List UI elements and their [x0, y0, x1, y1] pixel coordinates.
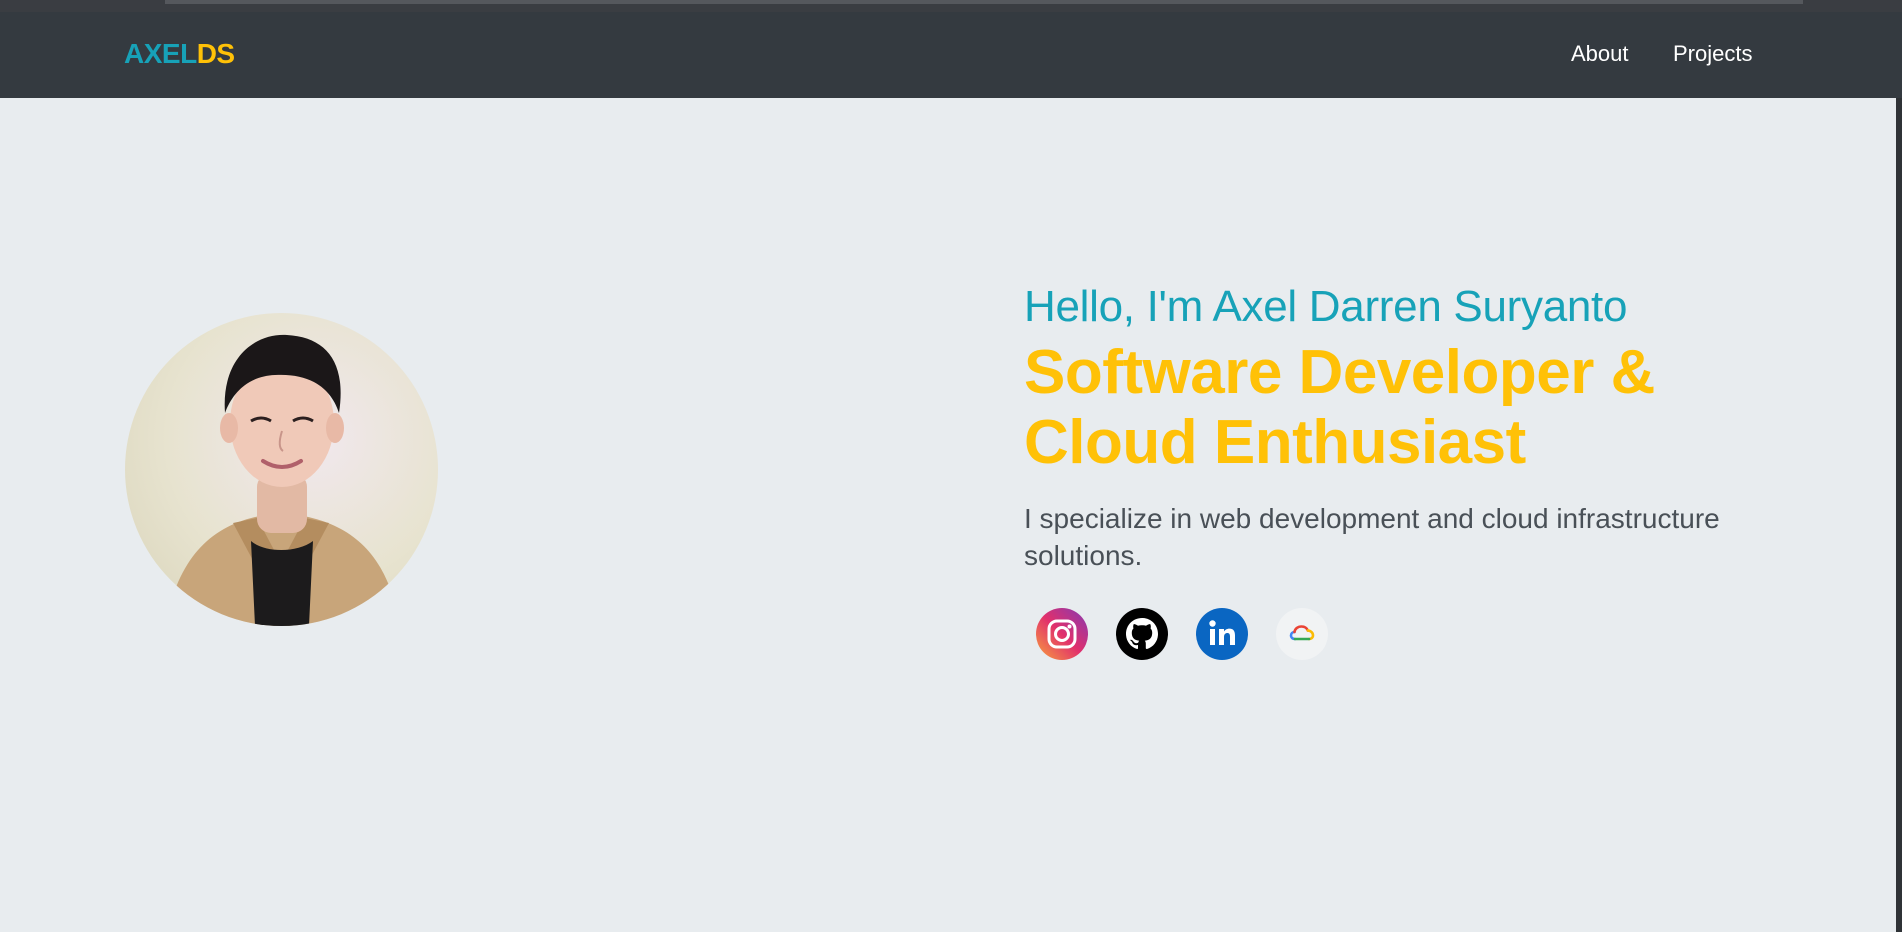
google-cloud-icon[interactable] [1276, 608, 1328, 660]
brand-logo[interactable]: AXELDS [124, 38, 235, 70]
brand-logo-part2: DS [196, 38, 235, 69]
hero-headline: Software Developer & Cloud Enthusiast [1024, 338, 1655, 477]
brand-logo-part1: AXEL [124, 38, 197, 69]
profile-portrait-image [165, 334, 400, 626]
profile-avatar [125, 313, 438, 626]
hero-section: Hello, I'm Axel Darren Suryanto Software… [1024, 280, 1804, 574]
hero-bio: I specialize in web development and clou… [1024, 503, 1720, 571]
instagram-icon[interactable] [1036, 608, 1088, 660]
page: AXELDS About Projects Hello, I'm Axel Da… [0, 0, 1902, 932]
browser-top-strip [0, 0, 1902, 12]
navbar: AXELDS About Projects [0, 12, 1902, 98]
nav-link-about[interactable]: About [1571, 41, 1629, 67]
browser-tab-strip [165, 0, 1803, 4]
hero-greeting: Hello, I'm Axel Darren Suryanto [1024, 282, 1628, 331]
github-icon[interactable] [1116, 608, 1168, 660]
linkedin-icon[interactable] [1196, 608, 1248, 660]
nav-link-projects[interactable]: Projects [1673, 41, 1752, 67]
window-right-edge [1896, 98, 1902, 932]
